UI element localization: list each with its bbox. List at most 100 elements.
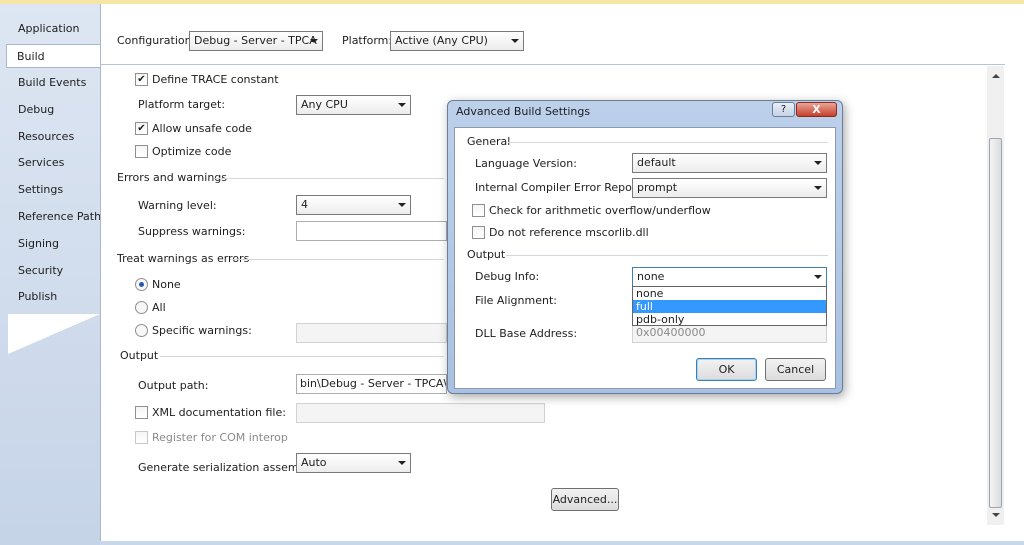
all-radio-label: All [152,301,166,314]
ok-button[interactable]: OK [696,358,757,381]
warning-level-select[interactable]: 4 [296,195,411,215]
dll-base-input[interactable]: 0x00400000 [632,323,827,343]
define-trace-label: Define TRACE constant [152,73,279,86]
tab-resources[interactable]: Resources [8,125,100,149]
close-icon: X [812,103,821,116]
advanced-button[interactable]: Advanced... [551,488,619,511]
define-trace-checkbox[interactable]: ✔ [135,73,148,86]
allow-unsafe-checkbox[interactable]: ✔ [135,122,148,135]
tab-signing[interactable]: Signing [8,232,100,256]
output-group-line [160,356,444,357]
treat-warnings-group-line [230,259,444,260]
register-com-label: Register for COM interop [152,431,288,444]
specific-warnings-label: Specific warnings: [152,324,252,337]
help-button[interactable]: ? [772,102,795,117]
check-icon: ✔ [137,123,146,134]
specific-warnings-radio[interactable] [135,324,148,337]
xml-doc-checkbox[interactable] [135,406,148,419]
serialization-label: Generate serialization assembly: [138,461,319,474]
platform-target-value: Any CPU [301,98,348,111]
platform-label: Platform: [342,34,393,47]
scroll-up-icon[interactable] [992,74,1000,78]
suppress-warnings-input[interactable] [296,221,447,241]
output-path-label: Output path: [138,379,209,392]
none-radio-label: None [152,278,181,291]
errors-group-line [214,178,444,179]
none-radio[interactable] [135,278,148,291]
cancel-button[interactable]: Cancel [765,358,826,381]
optimize-label: Optimize code [152,145,232,158]
tab-build[interactable]: Build [6,44,101,68]
tab-settings[interactable]: Settings [8,178,100,202]
platform-target-label: Platform target: [138,98,226,111]
tab-publish[interactable]: Publish [8,285,100,309]
chevron-down-icon [398,203,406,207]
ice-reporting-value: prompt [637,181,678,194]
property-tabs: Application Build Build Events Debug Res… [0,4,107,545]
debug-info-option-full[interactable]: full [633,300,826,313]
debug-info-select[interactable]: none [632,267,827,287]
tab-reference-paths[interactable]: Reference Paths [8,205,107,229]
suppress-warnings-label: Suppress warnings: [138,225,246,238]
tab-application[interactable]: Application [8,17,100,41]
help-icon: ? [780,104,787,115]
optimize-checkbox[interactable] [135,145,148,158]
platform-value: Active (Any CPU) [395,34,488,47]
dialog-title: Advanced Build Settings [456,105,591,118]
chevron-down-icon [814,186,822,190]
ice-reporting-select[interactable]: prompt [632,178,827,198]
warning-level-label: Warning level: [138,199,217,212]
check-icon: ✔ [137,74,146,85]
debug-info-value: none [637,270,665,283]
chevron-down-icon [398,461,406,465]
dialog-general-group-line [508,142,828,143]
xml-doc-label: XML documentation file: [152,406,286,419]
language-version-select[interactable]: default [632,153,827,173]
language-version-label: Language Version: [475,157,577,170]
serialization-select[interactable]: Auto [296,453,411,473]
configuration-value: Debug - Server - TPCA [194,34,317,47]
serialization-value: Auto [301,456,327,469]
output-group: Output [120,349,158,362]
debug-info-label: Debug Info: [475,270,540,283]
tab-build-events[interactable]: Build Events [8,71,100,95]
header-separator [100,64,1005,65]
dialog-output-group-line [506,255,828,256]
platform-target-select[interactable]: Any CPU [296,95,411,115]
specific-warnings-input[interactable] [296,323,447,343]
dialog-output-group-label: Output [467,248,506,261]
xml-doc-input[interactable] [296,403,545,423]
errors-group: Errors and warnings [117,171,227,184]
chevron-down-icon [511,39,519,43]
configuration-label: Configuration: [117,34,196,47]
chevron-down-icon [814,275,822,279]
output-path-input[interactable]: bin\Debug - Server - TPCA\ [296,374,447,394]
debug-info-dropdown-list: none full pdb-only [632,286,827,326]
warning-level-value: 4 [301,198,308,211]
tab-security[interactable]: Security [8,259,100,283]
dll-base-label: DLL Base Address: [475,327,578,340]
configuration-select[interactable]: Debug - Server - TPCA [189,31,323,51]
overflow-label: Check for arithmetic overflow/underflow [489,204,711,217]
tab-services[interactable]: Services [8,151,100,175]
overflow-checkbox[interactable] [472,204,485,217]
file-alignment-label: File Alignment: [475,294,557,307]
chevron-down-icon [398,103,406,107]
chevron-down-icon [814,161,822,165]
debug-info-option-pdb-only[interactable]: pdb-only [633,313,826,326]
radio-selected-dot [139,282,144,287]
no-mscorlib-checkbox[interactable] [472,226,485,239]
chevron-down-icon [310,39,318,43]
debug-info-option-none[interactable]: none [633,287,826,300]
output-group-label: Output [120,349,159,362]
scroll-thumb[interactable] [989,138,1002,508]
vertical-scrollbar[interactable] [987,66,1004,525]
register-com-checkbox[interactable] [135,431,148,444]
allow-unsafe-label: Allow unsafe code [152,122,252,135]
tab-debug[interactable]: Debug [8,98,100,122]
close-button[interactable]: X [796,102,837,117]
scroll-down-icon[interactable] [992,513,1000,517]
no-mscorlib-label: Do not reference mscorlib.dll [489,226,649,239]
all-radio[interactable] [135,301,148,314]
platform-select[interactable]: Active (Any CPU) [390,31,524,51]
